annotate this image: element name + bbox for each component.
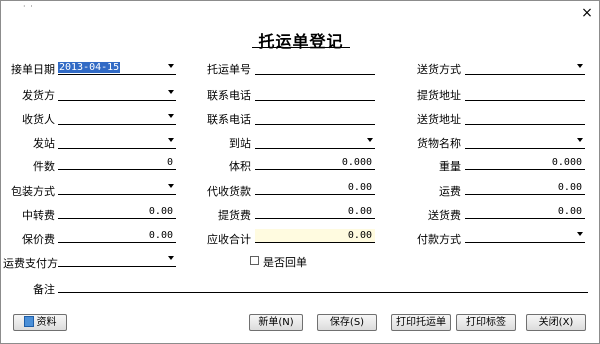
pickup-address-input[interactable] [465, 87, 585, 101]
contact-phone-1-input[interactable] [255, 87, 375, 101]
chevron-down-icon[interactable] [168, 138, 174, 142]
info-button-label: 资料 [36, 317, 57, 328]
volume-label: 体积 [229, 160, 251, 173]
weight-label: 重量 [439, 160, 461, 173]
shipper-select[interactable] [58, 87, 176, 101]
insurance-fee-label: 保价费 [22, 233, 55, 246]
delivery-method-select[interactable] [465, 61, 585, 75]
contact-phone-2-input[interactable] [255, 111, 375, 125]
chevron-down-icon[interactable] [367, 138, 373, 142]
dialog-window: · · × 托运单登记 接单日期 2013-04-15 托运单号 送货方式 发货… [0, 0, 600, 344]
order-date-value: 2013-04-15 [58, 62, 121, 73]
close-button[interactable]: 关闭(X) [526, 314, 586, 331]
remarks-input[interactable] [58, 279, 588, 293]
chevron-down-icon[interactable] [577, 138, 583, 142]
order-date-field[interactable]: 2013-04-15 [58, 61, 176, 75]
pickup-fee-input[interactable]: 0.00 [255, 205, 375, 219]
chevron-down-icon[interactable] [168, 90, 174, 94]
total-receivable-field: 0.00 [255, 229, 375, 243]
total-receivable-label: 应收合计 [207, 233, 251, 246]
insurance-fee-input[interactable]: 0.00 [58, 229, 176, 243]
window-corner-marks: · · [23, 2, 34, 11]
document-icon [23, 316, 34, 327]
weight-input[interactable]: 0.000 [465, 156, 585, 170]
packaging-label: 包装方式 [11, 185, 55, 198]
freight-label: 运费 [439, 185, 461, 198]
print-label-button[interactable]: 打印标签 [456, 314, 516, 331]
origin-station-select[interactable] [58, 135, 176, 149]
freight-payer-label: 运费支付方 [3, 257, 58, 270]
payment-method-select[interactable] [465, 229, 585, 243]
freight-payer-select[interactable] [58, 253, 176, 267]
order-date-label: 接单日期 [11, 63, 55, 76]
receipt-return-checkbox[interactable] [250, 256, 259, 265]
chevron-down-icon[interactable] [168, 114, 174, 118]
shipment-no-input[interactable] [255, 61, 375, 75]
delivery-address-input[interactable] [465, 111, 585, 125]
save-button[interactable]: 保存(S) [317, 314, 377, 331]
delivery-fee-label: 送货费 [428, 209, 461, 222]
volume-input[interactable]: 0.000 [255, 156, 375, 170]
payment-method-label: 付款方式 [417, 233, 461, 246]
pickup-address-label: 提货地址 [417, 89, 461, 102]
receipt-return-label: 是否回单 [263, 256, 307, 269]
contact-phone-2-label: 联系电话 [207, 113, 251, 126]
shipment-no-label: 托运单号 [207, 63, 251, 76]
dest-station-select[interactable] [255, 135, 375, 149]
dialog-title: 托运单登记 [258, 32, 344, 51]
new-button[interactable]: 新单(N) [249, 314, 303, 331]
print-waybill-button[interactable]: 打印托运单 [391, 314, 451, 331]
chevron-down-icon[interactable] [577, 64, 583, 68]
shipper-label: 发货方 [22, 89, 55, 102]
transfer-fee-input[interactable]: 0.00 [58, 205, 176, 219]
chevron-down-icon[interactable] [577, 232, 583, 236]
consignee-select[interactable] [58, 111, 176, 125]
transfer-fee-label: 中转费 [22, 209, 55, 222]
goods-name-label: 货物名称 [417, 137, 461, 150]
packaging-select[interactable] [58, 181, 176, 195]
pieces-input[interactable]: 0 [58, 156, 176, 170]
origin-station-label: 发站 [33, 137, 55, 150]
chevron-down-icon[interactable] [168, 64, 174, 68]
cod-amount-input[interactable]: 0.00 [255, 181, 375, 195]
close-icon[interactable]: × [579, 5, 595, 21]
delivery-fee-input[interactable]: 0.00 [465, 205, 585, 219]
dest-station-label: 到站 [229, 137, 251, 150]
chevron-down-icon[interactable] [168, 256, 174, 260]
contact-phone-1-label: 联系电话 [207, 89, 251, 102]
info-button[interactable]: 资料 [13, 314, 67, 331]
freight-input[interactable]: 0.00 [465, 181, 585, 195]
goods-name-select[interactable] [465, 135, 585, 149]
title-underline [252, 47, 350, 48]
cod-amount-label: 代收货款 [207, 185, 251, 198]
consignee-label: 收货人 [22, 113, 55, 126]
pickup-fee-label: 提货费 [218, 209, 251, 222]
remarks-label: 备注 [33, 283, 55, 296]
chevron-down-icon[interactable] [168, 184, 174, 188]
pieces-label: 件数 [33, 160, 55, 173]
delivery-address-label: 送货地址 [417, 113, 461, 126]
delivery-method-label: 送货方式 [417, 63, 461, 76]
